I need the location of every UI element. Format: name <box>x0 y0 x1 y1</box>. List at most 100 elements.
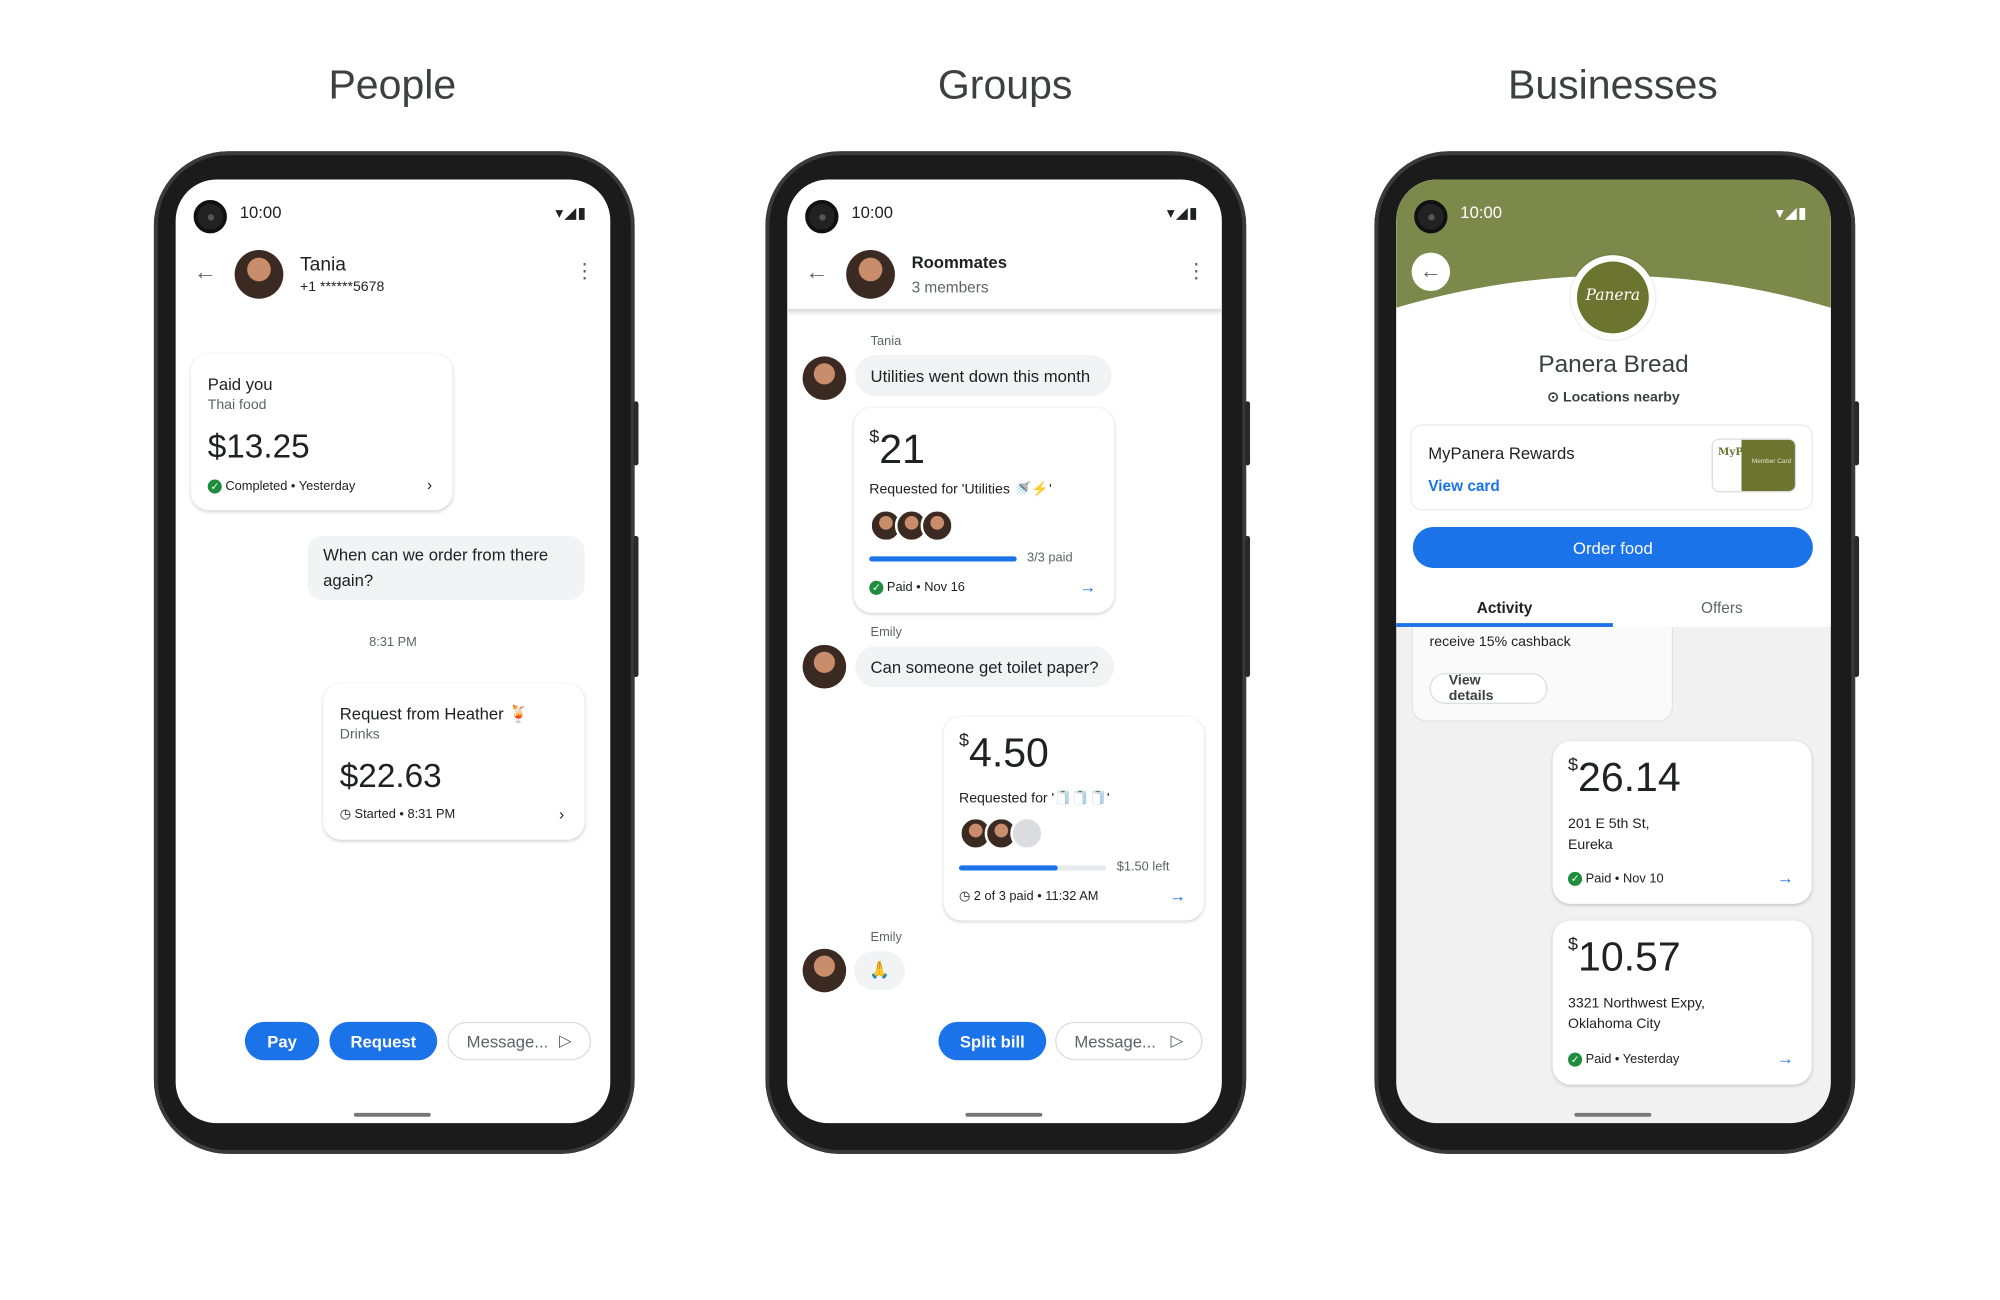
phone-businesses: 10:00 ▾◢▮ ← Panera Panera Bread ⊙ Locati… <box>1374 151 1860 1154</box>
order-food-button[interactable]: Order food <box>1412 526 1813 568</box>
status-time: 10:00 <box>1460 202 1503 222</box>
business-logo: Panera <box>1570 255 1656 340</box>
request-amount: 4.50 <box>969 729 1049 776</box>
arrow-forward-icon[interactable]: → <box>1169 886 1186 905</box>
group-avatar <box>846 250 895 299</box>
arrow-forward-icon[interactable]: → <box>1777 1049 1794 1068</box>
avatar <box>920 508 954 543</box>
check-circle-icon: ✓ <box>1568 1052 1583 1067</box>
send-icon[interactable]: ▷ <box>559 1031 572 1052</box>
progress-bar <box>959 865 1107 871</box>
send-icon[interactable]: ▷ <box>1171 1031 1184 1052</box>
clock-icon: ◷ <box>339 807 351 822</box>
sender-name: Emily <box>870 930 902 945</box>
avatar <box>802 644 847 689</box>
transaction-amount: 10.57 <box>1578 933 1681 980</box>
avatar <box>234 250 284 299</box>
message-bubble: Utilities went down this month <box>855 355 1112 397</box>
people-screen: 10:00 ▾◢▮ ← Tania +1 ******5678 ⋮ Paid y… <box>175 179 611 1124</box>
message-bubble: Can someone get toilet paper? <box>855 646 1115 688</box>
home-indicator[interactable] <box>1574 1112 1652 1117</box>
chevron-right-icon: › <box>558 805 565 824</box>
request-card[interactable]: Request from Heather 🍹 Drinks $22.63 ◷ S… <box>323 683 585 840</box>
view-card-link[interactable]: View card <box>1428 477 1500 495</box>
status-time: 10:00 <box>851 202 894 222</box>
payment-status: Completed • Yesterday <box>225 479 356 494</box>
request-card[interactable]: $4.50 Requested for '🧻🧻🧻' $1.50 left ◷ 2… <box>943 716 1204 921</box>
request-status: 2 of 3 paid • 11:32 AM <box>973 889 1099 904</box>
request-button[interactable]: Request <box>329 1021 438 1061</box>
camera <box>193 200 227 234</box>
header-divider <box>787 308 1222 312</box>
phone-people: 10:00 ▾◢▮ ← Tania +1 ******5678 ⋮ Paid y… <box>153 151 639 1154</box>
transaction-address: 3321 Northwest Expy, Oklahoma City <box>1568 996 1705 1033</box>
progress-label: $1.50 left <box>1116 860 1170 875</box>
locations-link[interactable]: ⊙ Locations nearby <box>1396 388 1831 405</box>
groups-screen: 10:00 ▾◢▮ ← Roommates 3 members ⋮ Tania … <box>787 179 1222 1124</box>
camera <box>805 200 839 234</box>
tab-activity[interactable]: Activity <box>1396 599 1613 617</box>
payment-amount: $13.25 <box>207 426 310 466</box>
request-amount: 21 <box>879 425 925 472</box>
request-note: Requested for 'Utilities 🚿⚡' <box>869 482 1052 498</box>
sender-name: Tania <box>870 334 902 349</box>
message-input[interactable]: Message... ▷ <box>447 1021 592 1061</box>
contact-phone: +1 ******5678 <box>300 279 385 295</box>
camera <box>1414 200 1448 234</box>
member-card-thumbnail: MyPanera Member Card <box>1711 438 1797 493</box>
avatar <box>802 356 847 401</box>
arrow-forward-icon[interactable]: → <box>1777 868 1794 887</box>
avatar-pending <box>1010 816 1044 851</box>
home-indicator[interactable] <box>965 1112 1043 1117</box>
section-title-businesses: Businesses <box>1507 61 1718 108</box>
wifi-signal-battery-icon: ▾◢▮ <box>1775 203 1808 222</box>
payment-note: Thai food <box>207 397 267 413</box>
wifi-signal-battery-icon: ▾◢▮ <box>555 203 588 222</box>
rewards-card[interactable]: MyPanera Rewards View card MyPanera Memb… <box>1411 425 1812 509</box>
check-circle-icon: ✓ <box>1568 871 1583 886</box>
payment-card[interactable]: Paid you Thai food $13.25 ✓ Completed • … <box>191 353 453 511</box>
back-arrow-icon[interactable]: ← <box>194 259 217 286</box>
back-arrow-icon[interactable]: ← <box>1411 252 1451 292</box>
sender-name: Emily <box>870 625 902 640</box>
message-bubble: When can we order from there again? <box>307 535 585 601</box>
view-details-button[interactable]: View details <box>1429 673 1548 704</box>
arrow-forward-icon[interactable]: → <box>1080 577 1097 596</box>
status-time: 10:00 <box>239 202 282 222</box>
split-bill-button[interactable]: Split bill <box>938 1021 1047 1061</box>
transaction-card[interactable]: $26.14 201 E 5th St, Eureka ✓ Paid • Nov … <box>1552 741 1812 904</box>
offer-text: receive 15% cashback <box>1429 634 1571 651</box>
back-arrow-icon[interactable]: ← <box>805 259 828 286</box>
check-circle-icon: ✓ <box>869 580 884 595</box>
group-members: 3 members <box>911 278 989 297</box>
payment-title: Paid you <box>207 374 273 394</box>
more-vert-icon[interactable]: ⋮ <box>574 259 595 285</box>
transaction-amount: 26.14 <box>1578 753 1681 801</box>
tab-offers[interactable]: Offers <box>1613 599 1831 617</box>
request-title: Request from Heather 🍹 <box>339 703 530 724</box>
timestamp: 8:31 PM <box>369 635 417 651</box>
more-vert-icon[interactable]: ⋮ <box>1186 259 1207 285</box>
request-card[interactable]: $21 Requested for 'Utilities 🚿⚡' 3/3 pai… <box>853 407 1115 613</box>
request-status: Paid • Nov 16 <box>886 580 965 596</box>
request-amount: $22.63 <box>339 756 442 795</box>
message-input[interactable]: Message... ▷ <box>1055 1021 1203 1061</box>
request-note: Drinks <box>339 726 380 743</box>
transaction-status: Paid • Nov 10 <box>1585 872 1664 887</box>
transaction-status: Paid • Yesterday <box>1585 1052 1680 1067</box>
emoji-bubble: 🙏 <box>853 951 906 990</box>
request-note: Requested for '🧻🧻🧻' <box>959 791 1110 807</box>
contact-name: Tania <box>300 253 346 276</box>
check-circle-icon: ✓ <box>207 479 222 494</box>
section-title-groups: Groups <box>937 61 1073 108</box>
location-pin-icon: ⊙ <box>1547 389 1560 406</box>
offer-card: receive 15% cashback View details <box>1411 626 1674 722</box>
business-name: Panera Bread <box>1538 351 1689 379</box>
clock-icon: ◷ <box>959 889 971 904</box>
home-indicator[interactable] <box>353 1112 431 1117</box>
request-status: Started • 8:31 PM <box>354 807 456 822</box>
pay-button[interactable]: Pay <box>244 1021 320 1061</box>
transaction-address: 201 E 5th St, Eureka <box>1568 816 1650 853</box>
rewards-title: MyPanera Rewards <box>1428 443 1575 463</box>
transaction-card[interactable]: $10.57 3321 Northwest Expy, Oklahoma City… <box>1552 920 1812 1085</box>
